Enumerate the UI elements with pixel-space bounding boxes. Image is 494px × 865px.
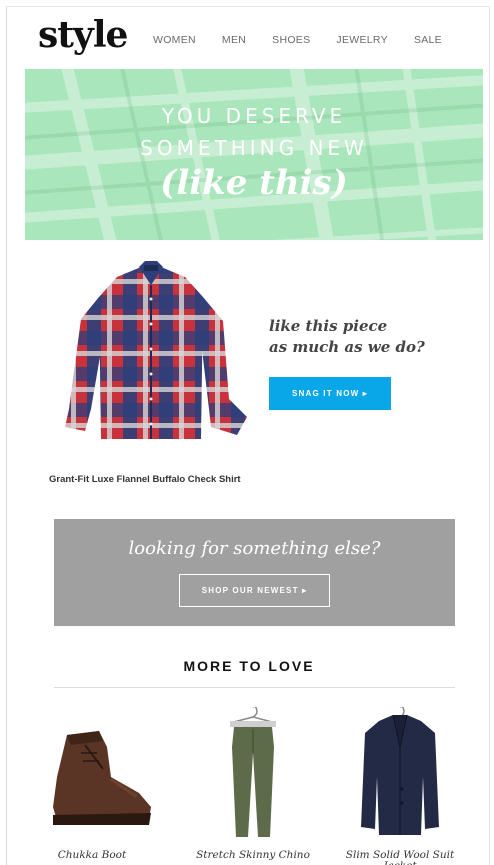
product-card-jacket[interactable]: Slim Solid Wool Suit Jacket bbox=[335, 707, 465, 865]
jacket-image[interactable] bbox=[335, 707, 465, 837]
hero-headline-1: YOU DESERVE bbox=[161, 104, 347, 128]
product-label-jacket[interactable]: Slim Solid Wool Suit Jacket bbox=[335, 850, 465, 865]
hero-headline-2: SOMETHING NEW bbox=[140, 136, 368, 160]
nav-sale[interactable]: SALE bbox=[414, 34, 442, 46]
header: style WOMEN MEN SHOES JEWELRY SALE bbox=[7, 7, 489, 69]
boot-image[interactable] bbox=[27, 707, 157, 837]
tagline-line-2: as much as we do? bbox=[269, 338, 425, 356]
nav-shoes[interactable]: SHOES bbox=[272, 34, 310, 46]
shop-our-newest-button[interactable]: SHOP OUR NEWEST ▸ bbox=[179, 574, 330, 607]
hero-headline-3: (like this) bbox=[160, 163, 348, 203]
product-name[interactable]: Grant-Fit Luxe Flannel Buffalo Check Shi… bbox=[49, 474, 241, 485]
snag-it-now-button[interactable]: SNAG IT NOW ▸ bbox=[269, 377, 391, 410]
promo-title: looking for something else? bbox=[128, 538, 381, 559]
email-frame: style WOMEN MEN SHOES JEWELRY SALE YOU D… bbox=[6, 6, 490, 865]
feature-tagline: like this piece as much as we do? bbox=[269, 316, 425, 358]
section-divider bbox=[54, 687, 455, 688]
tagline-line-1: like this piece bbox=[269, 317, 388, 335]
hero-banner[interactable]: YOU DESERVE SOMETHING NEW (like this) bbox=[25, 69, 483, 240]
more-to-love-heading: MORE TO LOVE bbox=[183, 658, 315, 674]
promo-banner: looking for something else? SHOP OUR NEW… bbox=[54, 519, 455, 626]
main-nav: WOMEN MEN SHOES JEWELRY SALE bbox=[153, 34, 442, 46]
nav-women[interactable]: WOMEN bbox=[153, 34, 196, 46]
flannel-shirt-image[interactable] bbox=[51, 259, 251, 449]
nav-jewelry[interactable]: JEWELRY bbox=[336, 34, 388, 46]
chino-image[interactable] bbox=[188, 707, 318, 837]
product-card-chino[interactable]: Stretch Skinny Chino bbox=[188, 707, 318, 861]
logo[interactable]: style bbox=[38, 17, 128, 53]
product-label-chino[interactable]: Stretch Skinny Chino bbox=[188, 850, 318, 861]
nav-men[interactable]: MEN bbox=[222, 34, 246, 46]
product-card-boot[interactable]: Chukka Boot bbox=[27, 707, 157, 861]
product-label-boot[interactable]: Chukka Boot bbox=[27, 850, 157, 861]
